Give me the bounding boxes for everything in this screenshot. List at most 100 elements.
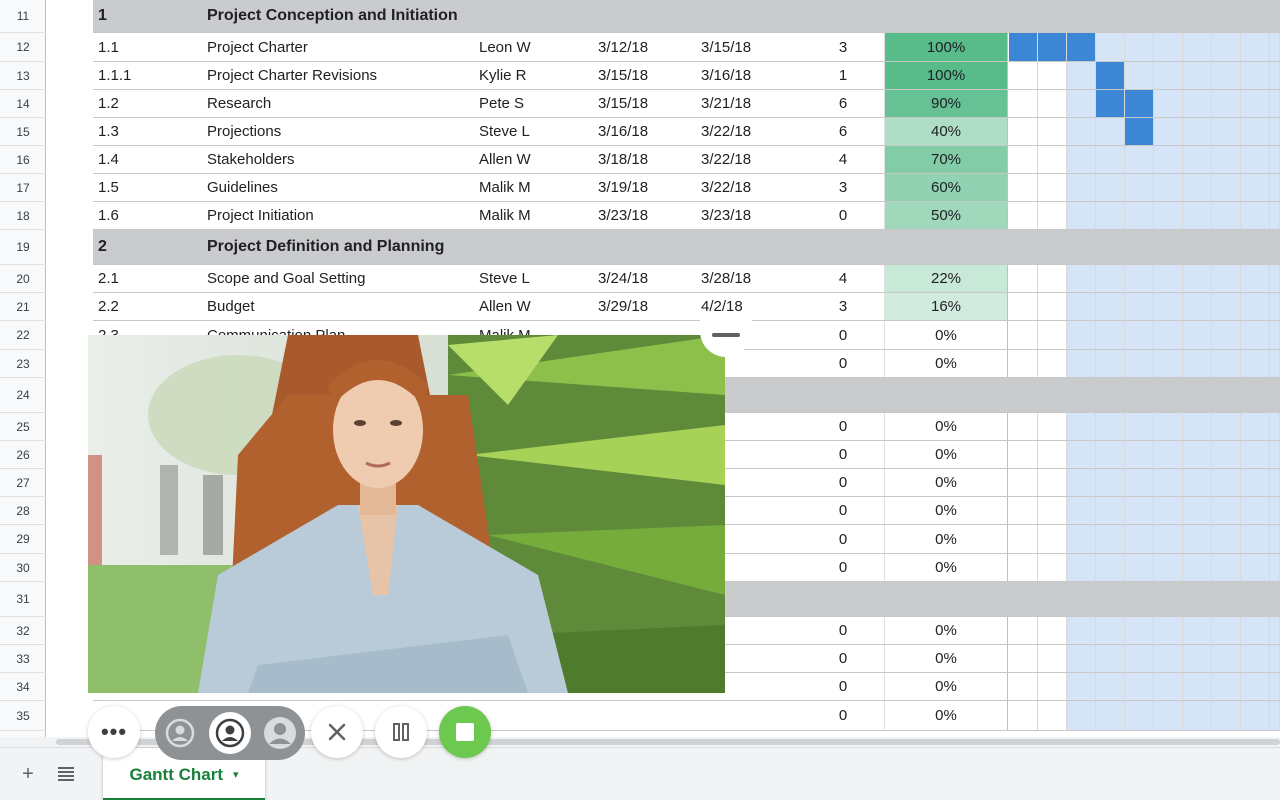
gantt-cell[interactable]	[1154, 265, 1183, 292]
percent-complete-cell[interactable]: 100%	[884, 62, 1008, 89]
percent-complete-cell[interactable]: 16%	[884, 293, 1008, 320]
gantt-cell[interactable]	[1038, 90, 1067, 117]
percent-complete-cell[interactable]: 90%	[884, 90, 1008, 117]
gantt-cell[interactable]	[1038, 202, 1067, 229]
gantt-cell[interactable]	[1183, 202, 1212, 229]
owner-cell[interactable]	[479, 0, 589, 32]
gantt-cell[interactable]	[1270, 90, 1280, 117]
gantt-cell[interactable]	[1183, 525, 1212, 553]
gantt-cell[interactable]	[1154, 146, 1183, 173]
row-number[interactable]: 25	[0, 413, 46, 441]
gantt-cell[interactable]	[1241, 617, 1270, 644]
row-number[interactable]: 34	[0, 673, 46, 701]
gantt-cell[interactable]	[1125, 33, 1154, 61]
gantt-cell[interactable]	[1009, 413, 1038, 440]
row-number[interactable]: 32	[0, 617, 46, 645]
percent-complete-cell[interactable]: 22%	[884, 265, 1008, 292]
gantt-cell[interactable]	[1096, 321, 1125, 349]
percent-complete-cell[interactable]: 40%	[884, 118, 1008, 145]
gantt-cell[interactable]	[1096, 497, 1125, 524]
gantt-cell[interactable]	[1096, 174, 1125, 201]
gantt-cell[interactable]	[1038, 469, 1067, 496]
gantt-cell[interactable]	[1270, 525, 1280, 553]
percent-complete-cell[interactable]: 0%	[884, 701, 1008, 730]
gantt-cell[interactable]	[1270, 441, 1280, 468]
gantt-cell[interactable]	[1183, 146, 1212, 173]
gantt-cell[interactable]	[1241, 321, 1270, 349]
gantt-cell[interactable]	[1067, 525, 1096, 553]
gantt-cell[interactable]	[1154, 413, 1183, 440]
gantt-cell[interactable]	[1038, 617, 1067, 644]
gantt-cell[interactable]	[1270, 554, 1280, 581]
gantt-cell[interactable]	[1038, 554, 1067, 581]
cancel-recording-button[interactable]	[311, 706, 363, 758]
gantt-cell[interactable]	[1067, 497, 1096, 524]
percent-complete-cell[interactable]: 0%	[884, 321, 1008, 349]
gantt-cell[interactable]	[1241, 202, 1270, 229]
gantt-cell[interactable]	[1270, 617, 1280, 644]
gantt-cell[interactable]	[1270, 202, 1280, 229]
gantt-cell[interactable]	[1154, 118, 1183, 145]
gantt-cell[interactable]	[1125, 617, 1154, 644]
gantt-cell[interactable]	[1154, 645, 1183, 672]
gantt-cell[interactable]	[1183, 413, 1212, 440]
duration-cell[interactable]	[813, 0, 873, 32]
gantt-cell[interactable]	[1154, 202, 1183, 229]
camera-off-icon[interactable]	[159, 712, 201, 754]
gantt-cell[interactable]	[1241, 33, 1270, 61]
gantt-cell[interactable]	[1154, 441, 1183, 468]
owner-cell[interactable]: Pete S	[479, 90, 589, 117]
gantt-cell[interactable]	[1212, 293, 1241, 320]
gantt-cell[interactable]	[1241, 701, 1270, 730]
gantt-cell[interactable]	[1038, 265, 1067, 292]
gantt-cell[interactable]	[1096, 673, 1125, 700]
gantt-cell[interactable]	[1212, 174, 1241, 201]
gantt-cell[interactable]	[1096, 701, 1125, 730]
gantt-cell[interactable]	[1096, 413, 1125, 440]
gantt-cell[interactable]	[1270, 701, 1280, 730]
gantt-cell[interactable]	[1241, 645, 1270, 672]
gantt-cell[interactable]	[1183, 321, 1212, 349]
gantt-cell[interactable]	[1125, 554, 1154, 581]
task-number-cell[interactable]: 2.2	[98, 293, 198, 320]
row-number[interactable]: 29	[0, 525, 46, 554]
row-number[interactable]: 23	[0, 350, 46, 378]
row-number[interactable]: 18	[0, 202, 46, 230]
gantt-cell[interactable]	[1154, 33, 1183, 61]
row-number[interactable]: 30	[0, 554, 46, 582]
stop-recording-button[interactable]	[439, 706, 491, 758]
gantt-cell[interactable]	[1212, 441, 1241, 468]
gantt-cell[interactable]	[1212, 321, 1241, 349]
gantt-cell[interactable]	[1067, 174, 1096, 201]
gantt-cell[interactable]	[1009, 441, 1038, 468]
row-number[interactable]: 11	[0, 0, 46, 33]
owner-cell[interactable]: Malik M	[479, 174, 589, 201]
row-number[interactable]: 20	[0, 265, 46, 293]
gantt-cell[interactable]	[1067, 554, 1096, 581]
start-date-cell[interactable]	[598, 230, 693, 264]
sheet-list-icon[interactable]	[50, 758, 82, 790]
gantt-cell[interactable]	[1241, 525, 1270, 553]
gantt-cell[interactable]	[1125, 265, 1154, 292]
end-date-cell[interactable]	[701, 701, 796, 730]
duration-cell[interactable]: 6	[813, 90, 873, 117]
start-date-cell[interactable]	[598, 701, 693, 730]
gantt-cell[interactable]	[1009, 62, 1038, 89]
owner-cell[interactable]: Steve L	[479, 118, 589, 145]
gantt-cell[interactable]	[1009, 673, 1038, 700]
percent-complete-cell[interactable]: 0%	[884, 413, 1008, 440]
gantt-cell[interactable]	[1009, 701, 1038, 730]
gantt-cell[interactable]	[1183, 350, 1212, 377]
gantt-cell[interactable]	[1270, 146, 1280, 173]
gantt-cell[interactable]	[1038, 413, 1067, 440]
gantt-cell[interactable]	[1038, 701, 1067, 730]
gantt-cell[interactable]	[1154, 293, 1183, 320]
owner-cell[interactable]: Malik M	[479, 202, 589, 229]
task-name-cell[interactable]: Guidelines	[207, 174, 475, 201]
gantt-cell[interactable]	[1212, 62, 1241, 89]
gantt-cell[interactable]	[1183, 617, 1212, 644]
row-number[interactable]: 22	[0, 321, 46, 350]
duration-cell[interactable]: 0	[813, 441, 873, 468]
gantt-cell[interactable]	[1154, 617, 1183, 644]
gantt-cell[interactable]	[1154, 554, 1183, 581]
